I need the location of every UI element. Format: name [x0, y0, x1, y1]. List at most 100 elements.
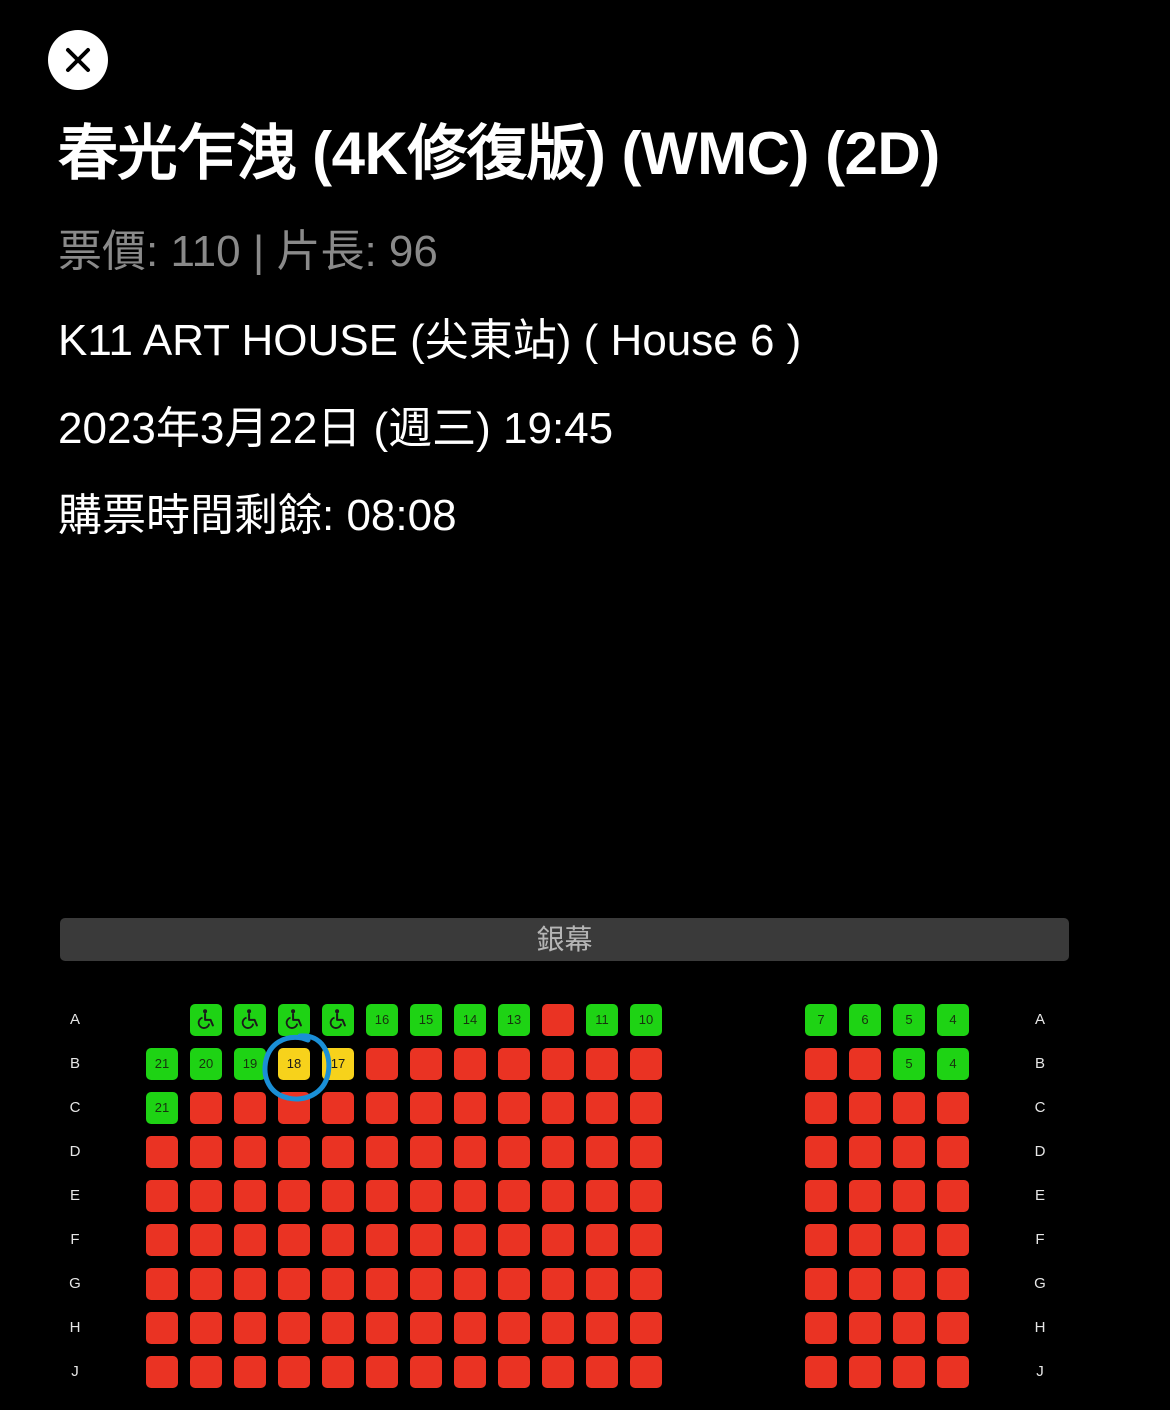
seat-g-10-sold [542, 1268, 574, 1300]
wheelchair-icon [190, 1008, 222, 1030]
seat-f-3-sold [234, 1224, 266, 1256]
seat-j-3-sold [234, 1356, 266, 1388]
seat-a-7-available[interactable]: 15 [410, 1004, 442, 1036]
seat-a-6-available[interactable]: 16 [366, 1004, 398, 1036]
seat-c-7-sold [410, 1092, 442, 1124]
seat-c-3-sold [234, 1092, 266, 1124]
seat-b-1-available[interactable]: 21 [146, 1048, 178, 1080]
seat-a-4-available[interactable] [278, 1004, 310, 1036]
seat-e-8-sold [454, 1180, 486, 1212]
seat-b-11-sold [586, 1048, 618, 1080]
seat-c-8-sold [454, 1092, 486, 1124]
seat-a-2-available[interactable] [190, 1004, 222, 1036]
seat-j-2-sold [190, 1356, 222, 1388]
seat-g-6-sold [366, 1268, 398, 1300]
seat-d-13-sold [805, 1136, 837, 1168]
seat-b-15-available[interactable]: 5 [893, 1048, 925, 1080]
seat-c-16-sold [937, 1092, 969, 1124]
seat-d-1-sold [146, 1136, 178, 1168]
seat-e-16-sold [937, 1180, 969, 1212]
showtime: 2023年3月22日 (週三) 19:45 [58, 404, 614, 453]
seat-c-1-available[interactable]: 21 [146, 1092, 178, 1124]
seat-h-16-sold [937, 1312, 969, 1344]
row-label-e-right: E [1034, 1187, 1045, 1204]
seat-d-12-sold [630, 1136, 662, 1168]
seat-f-16-sold [937, 1224, 969, 1256]
seat-e-10-sold [542, 1180, 574, 1212]
seat-b-12-sold [630, 1048, 662, 1080]
seat-b-9-sold [498, 1048, 530, 1080]
seat-a-15-available[interactable]: 5 [893, 1004, 925, 1036]
seat-e-9-sold [498, 1180, 530, 1212]
seat-b-10-sold [542, 1048, 574, 1080]
seat-g-2-sold [190, 1268, 222, 1300]
seat-j-1-sold [146, 1356, 178, 1388]
seat-a-16-available[interactable]: 4 [937, 1004, 969, 1036]
seat-c-11-sold [586, 1092, 618, 1124]
seat-f-5-sold [322, 1224, 354, 1256]
seat-h-10-sold [542, 1312, 574, 1344]
row-label-c-right: C [1034, 1099, 1046, 1116]
close-button[interactable] [48, 30, 108, 90]
seat-e-12-sold [630, 1180, 662, 1212]
seat-a-14-available[interactable]: 6 [849, 1004, 881, 1036]
seat-a-11-available[interactable]: 11 [586, 1004, 618, 1036]
seat-a-8-available[interactable]: 14 [454, 1004, 486, 1036]
seat-j-12-sold [630, 1356, 662, 1388]
seat-j-16-sold [937, 1356, 969, 1388]
seat-d-11-sold [586, 1136, 618, 1168]
seat-a-13-available[interactable]: 7 [805, 1004, 837, 1036]
seat-j-7-sold [410, 1356, 442, 1388]
seat-g-4-sold [278, 1268, 310, 1300]
seat-g-7-sold [410, 1268, 442, 1300]
seat-f-15-sold [893, 1224, 925, 1256]
seat-a-5-available[interactable] [322, 1004, 354, 1036]
seat-h-15-sold [893, 1312, 925, 1344]
seat-f-11-sold [586, 1224, 618, 1256]
seat-g-3-sold [234, 1268, 266, 1300]
seat-f-8-sold [454, 1224, 486, 1256]
seat-a-10-sold [542, 1004, 574, 1036]
seat-b-2-available[interactable]: 20 [190, 1048, 222, 1080]
seat-e-5-sold [322, 1180, 354, 1212]
seat-d-9-sold [498, 1136, 530, 1168]
seat-c-2-sold [190, 1092, 222, 1124]
seat-g-11-sold [586, 1268, 618, 1300]
seat-j-5-sold [322, 1356, 354, 1388]
row-label-b-right: B [1034, 1055, 1045, 1072]
seat-d-3-sold [234, 1136, 266, 1168]
row-label-b-left: B [69, 1055, 80, 1072]
movie-title: 春光乍洩 (4K修復版) (WMC) (2D) [58, 120, 940, 187]
seat-e-2-sold [190, 1180, 222, 1212]
row-label-e-left: E [69, 1187, 80, 1204]
seat-f-2-sold [190, 1224, 222, 1256]
seat-h-2-sold [190, 1312, 222, 1344]
seat-b-4-selected[interactable]: 18 [278, 1048, 310, 1080]
seat-h-13-sold [805, 1312, 837, 1344]
seat-a-12-available[interactable]: 10 [630, 1004, 662, 1036]
seat-a-9-available[interactable]: 13 [498, 1004, 530, 1036]
seat-b-5-selected[interactable]: 17 [322, 1048, 354, 1080]
seat-g-13-sold [805, 1268, 837, 1300]
seat-d-6-sold [366, 1136, 398, 1168]
wheelchair-icon [278, 1008, 310, 1030]
seat-b-3-available[interactable]: 19 [234, 1048, 266, 1080]
seat-b-14-sold [849, 1048, 881, 1080]
seat-f-10-sold [542, 1224, 574, 1256]
row-label-d-left: D [69, 1143, 81, 1160]
seat-e-4-sold [278, 1180, 310, 1212]
seat-j-6-sold [366, 1356, 398, 1388]
seat-d-4-sold [278, 1136, 310, 1168]
seat-b-16-available[interactable]: 4 [937, 1048, 969, 1080]
seat-j-14-sold [849, 1356, 881, 1388]
seat-c-10-sold [542, 1092, 574, 1124]
seat-b-13-sold [805, 1048, 837, 1080]
seat-h-9-sold [498, 1312, 530, 1344]
screen-indicator: 銀幕 [60, 918, 1069, 961]
row-label-j-right: J [1036, 1363, 1044, 1380]
seat-a-3-available[interactable] [234, 1004, 266, 1036]
seat-h-12-sold [630, 1312, 662, 1344]
seat-b-6-sold [366, 1048, 398, 1080]
seat-h-14-sold [849, 1312, 881, 1344]
seat-d-7-sold [410, 1136, 442, 1168]
